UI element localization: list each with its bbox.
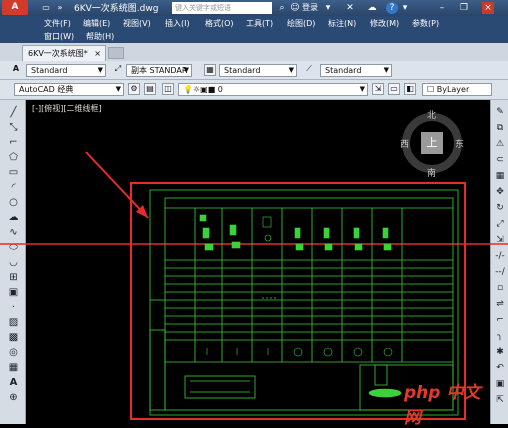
viewcube-east[interactable]: 东	[455, 137, 464, 150]
viewcube-top-face[interactable]: 上	[421, 132, 443, 154]
viewcube-north[interactable]: 北	[427, 108, 436, 121]
watermark-logo: php 中文网	[404, 383, 481, 428]
viewcube-south[interactable]: 南	[427, 166, 436, 179]
annotation-arrow	[85, 151, 149, 219]
drawing-overlay	[0, 151, 508, 420]
viewcube-west[interactable]: 西	[400, 137, 409, 150]
switchgear-symbols	[199, 214, 402, 398]
viewcube[interactable]: 北 南 西 东 上	[400, 108, 464, 179]
